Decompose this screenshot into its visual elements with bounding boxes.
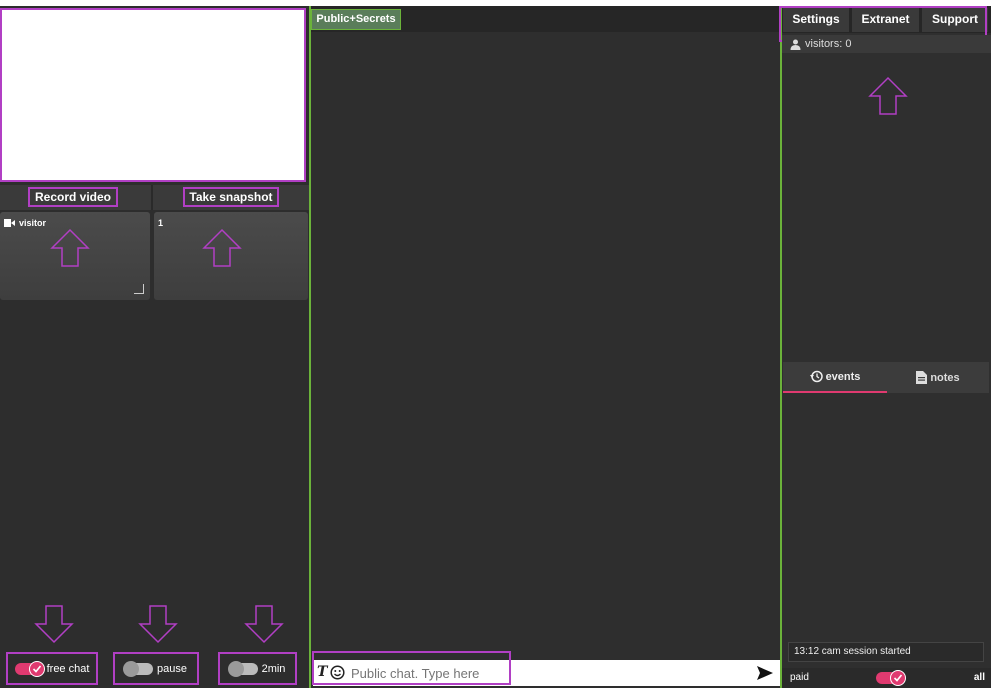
resize-handle-icon[interactable] <box>134 284 144 294</box>
paid-label: paid <box>790 672 809 683</box>
user-icon <box>790 39 801 50</box>
divider <box>151 185 153 210</box>
2min-toggle[interactable]: 2min <box>218 652 297 685</box>
settings-button[interactable]: Settings <box>783 8 849 32</box>
chat-tools: T <box>317 664 345 680</box>
tile-title: visitor <box>4 218 46 228</box>
video-preview <box>0 8 306 182</box>
arrow-up-icon <box>868 76 908 116</box>
free-chat-toggle[interactable]: free chat <box>6 652 98 685</box>
arrow-down-icon <box>34 604 74 644</box>
event-log-entry: 13:12 cam session started <box>788 642 984 662</box>
arrow-up-icon <box>50 228 90 268</box>
tile-label: visitor <box>19 218 47 228</box>
tile-title: 1 <box>158 218 163 228</box>
all-label[interactable]: all <box>974 672 985 683</box>
toggle-label: free chat <box>46 662 90 675</box>
tile-label: 1 <box>158 218 164 228</box>
toggle-switch[interactable] <box>14 660 45 677</box>
chat-input-bar: T <box>313 660 780 686</box>
note-icon <box>916 371 928 384</box>
paid-toggle[interactable] <box>876 670 906 686</box>
send-icon[interactable] <box>756 664 774 682</box>
tab-events[interactable]: events <box>783 362 887 393</box>
toggle-label: 2min <box>261 662 286 675</box>
toggle-switch[interactable] <box>123 660 153 677</box>
arrow-up-icon <box>202 228 242 268</box>
video-actions-bar: Record video Take snapshot <box>0 185 309 210</box>
check-icon <box>890 670 906 686</box>
support-button[interactable]: Support <box>922 8 988 32</box>
chat-panel <box>309 6 782 688</box>
pause-toggle[interactable]: pause <box>113 652 199 685</box>
events-tabs: events notes <box>783 362 989 393</box>
camera-icon <box>4 219 15 227</box>
arrow-down-icon <box>138 604 178 644</box>
record-video-button[interactable]: Record video <box>28 187 118 207</box>
toggle-knob <box>227 660 244 677</box>
tab-notes[interactable]: notes <box>887 362 989 393</box>
visitors-label: visitors: 0 <box>805 38 852 50</box>
toggle-label: pause <box>157 662 187 675</box>
visitors-count: visitors: 0 <box>782 35 991 53</box>
extranet-button[interactable]: Extranet <box>852 8 919 32</box>
text-format-icon[interactable]: T <box>317 664 327 680</box>
emoji-icon[interactable] <box>330 665 345 680</box>
paid-bar: paid all <box>782 668 991 688</box>
arrow-down-icon <box>244 604 284 644</box>
toggle-switch[interactable] <box>227 660 258 677</box>
public-chat-input[interactable] <box>351 663 731 683</box>
toggle-knob <box>123 660 139 677</box>
visitor-cam-tile[interactable]: visitor <box>0 212 150 300</box>
history-icon <box>809 370 823 383</box>
check-icon <box>28 660 45 677</box>
cam-tile-1[interactable]: 1 <box>154 212 308 300</box>
tab-notes-label: notes <box>930 371 960 384</box>
tab-public-secrets[interactable]: Public+Secrets <box>311 9 401 30</box>
take-snapshot-button[interactable]: Take snapshot <box>183 187 279 207</box>
tab-events-label: events <box>825 370 861 383</box>
